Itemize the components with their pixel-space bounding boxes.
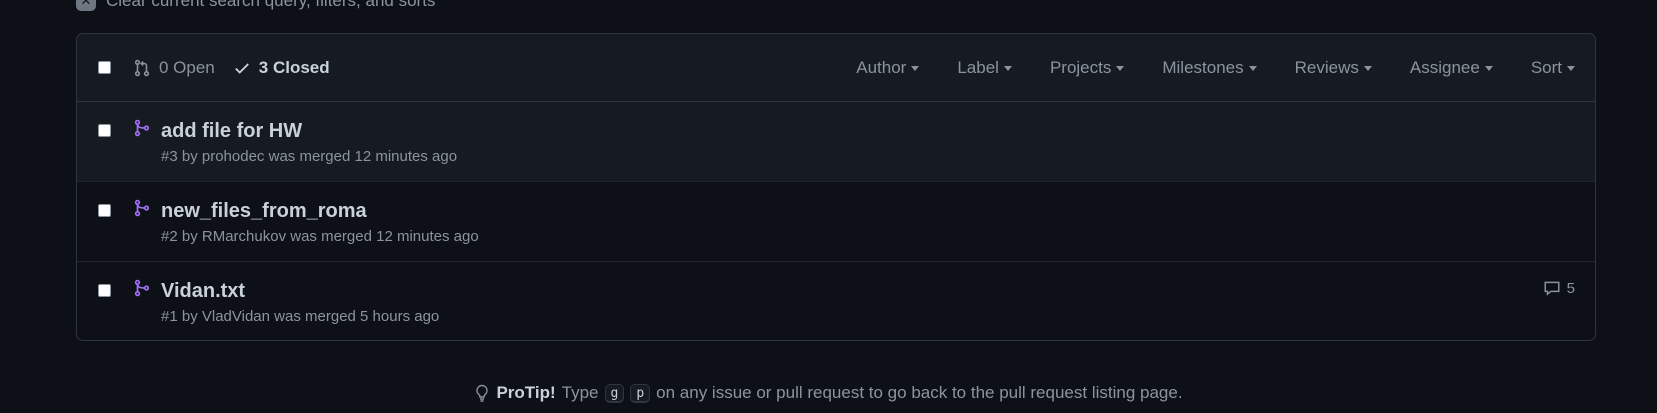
pull-request-title[interactable]: add file for HW: [161, 119, 457, 143]
clear-filters-label: Clear current search query, filters, and…: [106, 0, 436, 10]
comments-link[interactable]: 5: [1543, 279, 1575, 297]
author-filter-label: Author: [856, 57, 907, 77]
label-filter-label: Label: [957, 57, 999, 77]
pull-request-number: #1: [161, 308, 178, 325]
pull-request-title[interactable]: Vidan.txt: [161, 279, 439, 303]
pull-request-title[interactable]: new_files_from_roma: [161, 199, 479, 223]
reviews-filter[interactable]: Reviews: [1295, 58, 1372, 78]
caret-down-icon: [1116, 66, 1125, 71]
git-merge-icon: [134, 199, 150, 217]
key-g: g: [604, 383, 625, 403]
key-p: p: [630, 383, 651, 403]
author-filter[interactable]: Author: [856, 57, 920, 78]
row-checkbox[interactable]: [98, 124, 111, 137]
protip-label: ProTip!: [496, 383, 556, 402]
pull-request-meta: #1 by VladVidan was merged 5 hours ago: [161, 308, 440, 325]
protip-before: Type: [561, 383, 599, 402]
check-icon: [234, 62, 249, 74]
projects-filter[interactable]: Projects: [1049, 57, 1125, 78]
assignee-filter[interactable]: Assignee: [1410, 58, 1493, 78]
milestones-filter[interactable]: Milestones: [1162, 57, 1257, 78]
pull-request-author[interactable]: prohodec: [202, 148, 265, 165]
protip-bar: ProTip! Type g p on any issue or pull re…: [0, 383, 1657, 403]
sort-filter[interactable]: Sort: [1531, 58, 1575, 78]
select-all-checkbox[interactable]: [98, 61, 111, 74]
pull-request-row: Vidan.txt #1 by VladVidan was merged 5 h…: [77, 262, 1595, 340]
list-header: 0 Open 3 Closed Author Label Projects Mi…: [77, 34, 1595, 102]
caret-down-icon: [1567, 66, 1575, 71]
pull-request-row: add file for HW #3 by prohodec was merge…: [77, 102, 1595, 182]
assignee-filter-label: Assignee: [1409, 57, 1480, 77]
pull-request-status: was merged 12 minutes ago: [290, 228, 479, 245]
comment-count: 5: [1566, 279, 1575, 297]
caret-down-icon: [1484, 66, 1493, 71]
caret-down-icon: [911, 66, 920, 71]
pull-request-number: #3: [161, 148, 178, 165]
pull-request-number: #2: [161, 228, 178, 245]
close-icon: ✕: [76, 0, 96, 11]
open-filter[interactable]: 0 Open: [133, 58, 215, 78]
pull-request-list: 0 Open 3 Closed Author Label Projects Mi…: [76, 33, 1596, 341]
pull-request-meta: #3 by prohodec was merged 12 minutes ago: [161, 148, 458, 165]
pull-request-author[interactable]: VladVidan: [202, 308, 270, 325]
label-filter[interactable]: Label: [957, 58, 1012, 78]
protip-after: on any issue or pull request to go back …: [656, 383, 1183, 402]
pull-request-meta: #2 by RMarchukov was merged 12 minutes a…: [161, 228, 479, 245]
pull-request-row: new_files_from_roma #2 by RMarchukov was…: [77, 182, 1595, 262]
closed-count: 3 Closed: [258, 57, 330, 77]
git-merge-icon: [134, 279, 150, 297]
comment-icon: [1544, 281, 1560, 296]
row-checkbox[interactable]: [98, 204, 111, 217]
pull-request-icon: [134, 59, 150, 76]
pull-request-status: was merged 12 minutes ago: [268, 148, 458, 165]
closed-filter[interactable]: 3 Closed: [233, 58, 330, 78]
pull-request-author[interactable]: RMarchukov: [202, 228, 286, 245]
row-checkbox[interactable]: [98, 284, 111, 297]
git-merge-icon: [134, 119, 150, 137]
sort-filter-label: Sort: [1530, 57, 1562, 77]
reviews-filter-label: Reviews: [1294, 57, 1359, 77]
caret-down-icon: [1363, 66, 1372, 71]
open-count: 0 Open: [159, 57, 215, 77]
projects-filter-label: Projects: [1049, 57, 1112, 77]
caret-down-icon: [1248, 66, 1257, 71]
milestones-filter-label: Milestones: [1162, 57, 1244, 77]
caret-down-icon: [1003, 66, 1012, 71]
filter-bar: Author Label Projects Milestones Reviews…: [856, 58, 1575, 78]
state-toggle: 0 Open 3 Closed: [133, 58, 330, 78]
clear-filters-link[interactable]: ✕ Clear current search query, filters, a…: [76, 0, 436, 11]
pull-request-status: was merged 5 hours ago: [274, 308, 440, 325]
lightbulb-icon: [476, 384, 489, 402]
